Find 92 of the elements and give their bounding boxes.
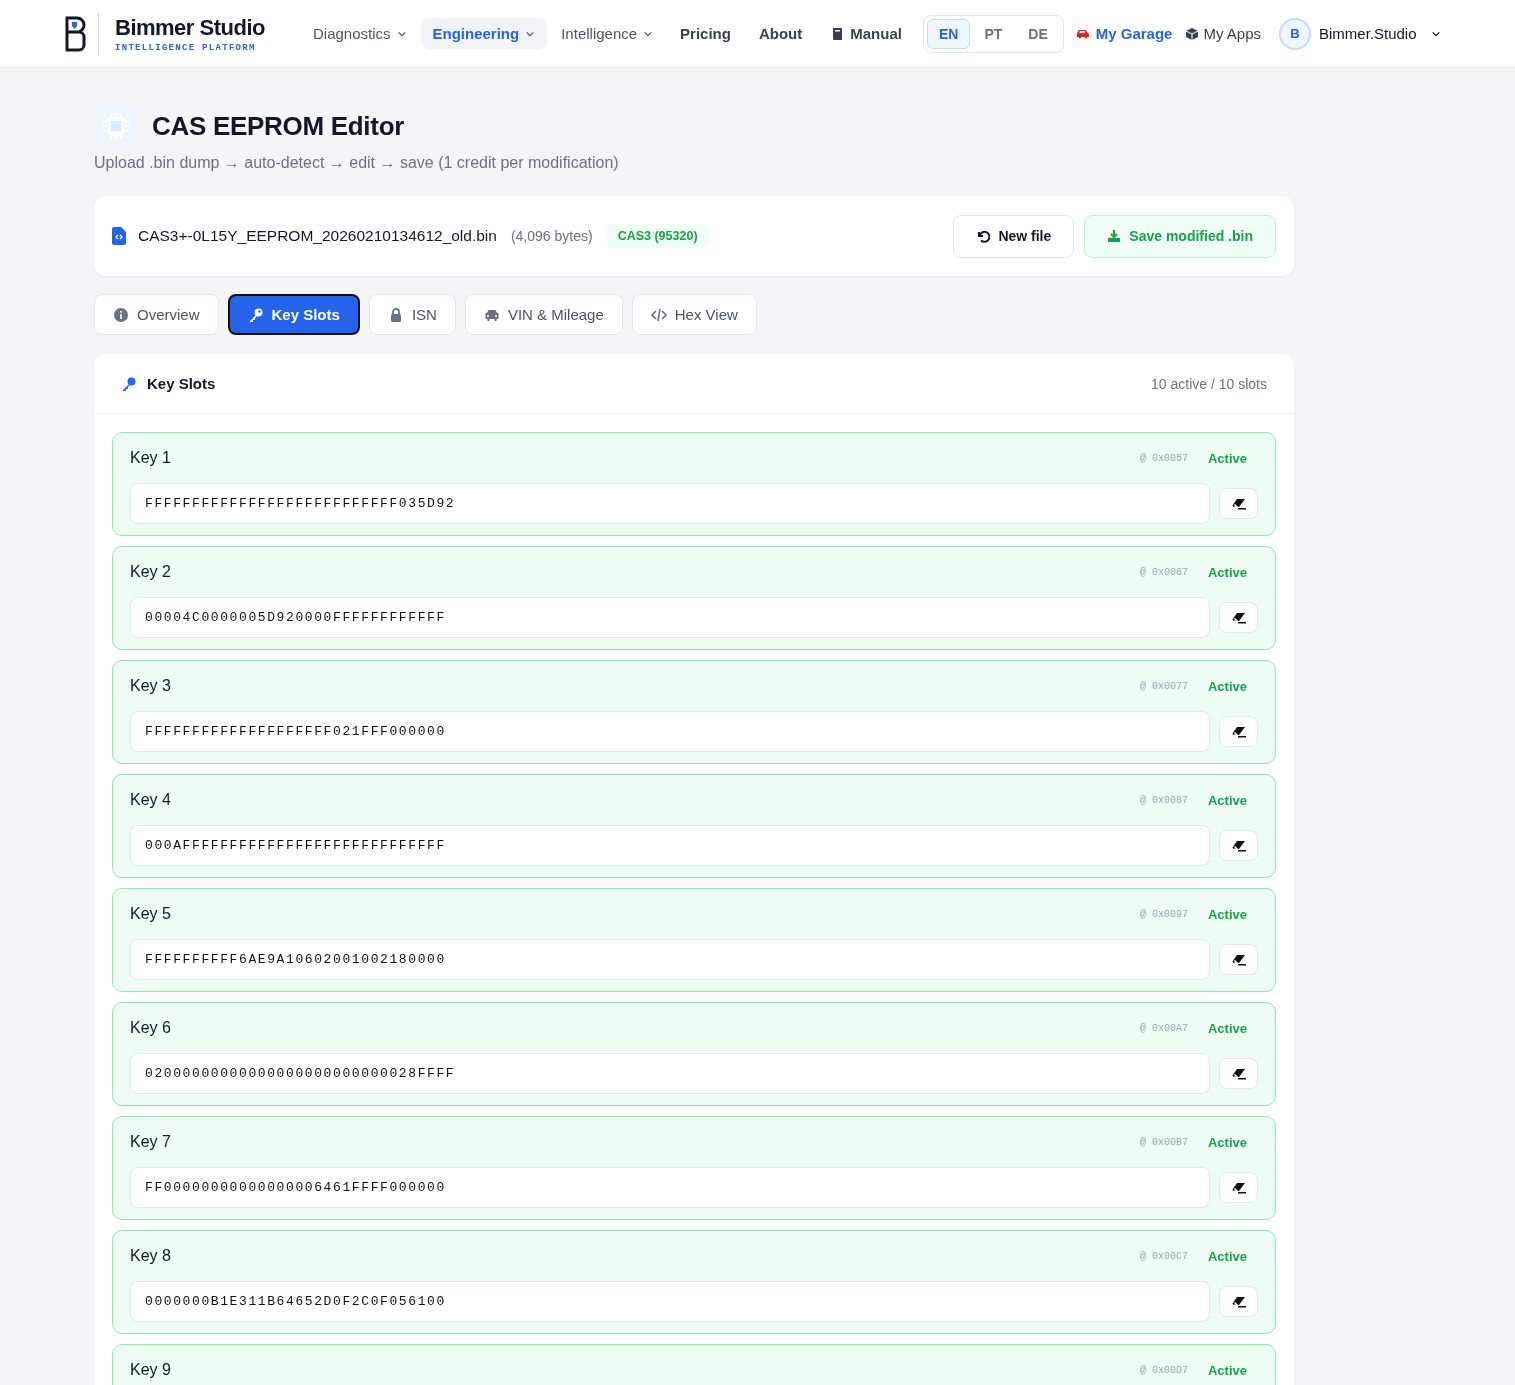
chip-icon — [94, 104, 138, 148]
key-offset: @ 0x00A7 — [1139, 1022, 1188, 1034]
panel-title: Key Slots — [147, 375, 216, 392]
nav-link[interactable]: Pricing — [668, 18, 743, 49]
key-icon — [121, 376, 137, 391]
tab[interactable]: Key Slots — [227, 294, 360, 335]
code-icon — [650, 307, 667, 322]
nav-link[interactable]: Manual — [818, 18, 914, 49]
key-status: Active — [1207, 906, 1247, 922]
key-offset: @ 0x00D7 — [1139, 1364, 1188, 1376]
key-status: Active — [1207, 1020, 1247, 1036]
key-name: Key 9 — [130, 1361, 171, 1379]
file-size: (4,096 bytes) — [510, 228, 593, 244]
key-name: Key 8 — [130, 1247, 171, 1265]
key-status: Active — [1207, 1248, 1247, 1264]
key-name: Key 2 — [130, 563, 171, 581]
page-subtitle: Upload .bin dump → auto-detect → edit → save (1 credit per modification) — [94, 154, 620, 172]
new-file-button[interactable]: New file — [953, 214, 1075, 258]
info-icon — [113, 307, 129, 322]
key-value-field[interactable]: 0000000B1E311B64652D0F2C0F056100 — [130, 1281, 1210, 1322]
key-icon — [247, 307, 264, 322]
eraser-icon — [1231, 953, 1246, 966]
key-name: Key 5 — [130, 905, 171, 923]
key-offset: @ 0x0097 — [1139, 908, 1188, 920]
language-option[interactable]: PT — [972, 18, 1015, 49]
download-icon — [1107, 229, 1122, 243]
my-apps-link[interactable]: My Apps — [1186, 25, 1261, 42]
user-name: Bimmer.Studio — [1319, 25, 1417, 42]
key-value-field[interactable]: FFFFFFFFFFFFFFFFFFFFFFFFFFF035D92 — [130, 483, 1210, 524]
slot-summary: 10 active / 10 slots — [1151, 375, 1267, 392]
key-offset: @ 0x00C7 — [1139, 1250, 1188, 1262]
language-option[interactable]: EN — [926, 18, 971, 49]
key-name: Key 1 — [130, 449, 171, 467]
eraser-icon — [1231, 1181, 1246, 1194]
key-status: Active — [1207, 564, 1247, 580]
car-icon — [1075, 28, 1090, 39]
brand-name: Bimmer Studio — [115, 14, 265, 41]
key-value-field[interactable]: FFFFFFFFFFFFFFFFFFFF021FFF000000 — [130, 711, 1210, 752]
key-offset: @ 0x00B7 — [1139, 1136, 1188, 1148]
key-value-field[interactable]: FF00000000000000006461FFFF000000 — [130, 1167, 1210, 1208]
key-offset: @ 0x0077 — [1139, 680, 1188, 692]
eraser-icon — [1231, 497, 1246, 510]
key-name: Key 7 — [130, 1133, 171, 1151]
nav-link[interactable]: Engineering — [420, 18, 548, 49]
key-value-field[interactable]: 00004C0000005D920000FFFFFFFFFFFF — [130, 597, 1210, 638]
erase-button[interactable] — [1219, 1286, 1258, 1317]
tab[interactable]: Overview — [94, 294, 219, 335]
erase-button[interactable] — [1219, 830, 1258, 861]
car-icon — [483, 307, 500, 322]
eraser-icon — [1231, 1067, 1246, 1080]
key-value-field[interactable]: 02000000000000000000000000028FFFF — [130, 1053, 1210, 1094]
nav-link[interactable]: Diagnostics — [300, 18, 419, 49]
key-name: Key 4 — [130, 791, 171, 809]
nav-link[interactable]: About — [746, 18, 815, 49]
chip-type-badge: CAS3 (95320) — [606, 224, 709, 248]
eraser-icon — [1231, 839, 1246, 852]
key-status: Active — [1207, 678, 1247, 694]
language-option[interactable]: DE — [1016, 18, 1060, 49]
page-title: CAS EEPROM Editor — [152, 110, 405, 142]
key-status: Active — [1207, 1134, 1247, 1150]
user-menu[interactable]: B Bimmer.Studio — [1279, 17, 1441, 50]
eraser-icon — [1231, 1295, 1246, 1308]
undo-icon — [976, 229, 991, 243]
nav-link[interactable]: Intelligence — [549, 18, 666, 49]
my-garage-link[interactable]: My Garage — [1075, 25, 1173, 42]
box-icon — [1186, 27, 1199, 40]
erase-button[interactable] — [1219, 488, 1258, 519]
file-code-icon — [112, 227, 126, 245]
eraser-icon — [1231, 725, 1246, 738]
erase-button[interactable] — [1219, 944, 1258, 975]
tab[interactable]: Hex View — [631, 294, 757, 335]
erase-button[interactable] — [1219, 1058, 1258, 1089]
key-status: Active — [1207, 450, 1247, 466]
key-status: Active — [1207, 1362, 1247, 1378]
key-name: Key 6 — [130, 1019, 171, 1037]
key-value-field[interactable]: 000AFFFFFFFFFFFFFFFFFFFFFFFFFFFF — [130, 825, 1210, 866]
key-status: Active — [1207, 792, 1247, 808]
key-value-field[interactable]: FFFFFFFFFF6AE9A10602001002180000 — [130, 939, 1210, 980]
brand-tagline: INTELLIGENCE PLATFORM — [115, 42, 257, 53]
erase-button[interactable] — [1219, 1172, 1258, 1203]
key-offset: @ 0x0067 — [1139, 566, 1188, 578]
key-offset: @ 0x0057 — [1139, 452, 1188, 464]
erase-button[interactable] — [1219, 602, 1258, 633]
logo-icon — [64, 15, 86, 52]
tab[interactable]: ISN — [368, 294, 456, 335]
tab[interactable]: VIN & Mileage — [464, 294, 623, 335]
avatar: B — [1279, 17, 1311, 50]
key-offset: @ 0x0087 — [1139, 794, 1188, 806]
key-name: Key 3 — [130, 677, 171, 695]
file-name: CAS3+-0L15Y_EEPROM_20260210134612_old.bin — [138, 227, 497, 245]
erase-button[interactable] — [1219, 716, 1258, 747]
eraser-icon — [1231, 611, 1246, 624]
